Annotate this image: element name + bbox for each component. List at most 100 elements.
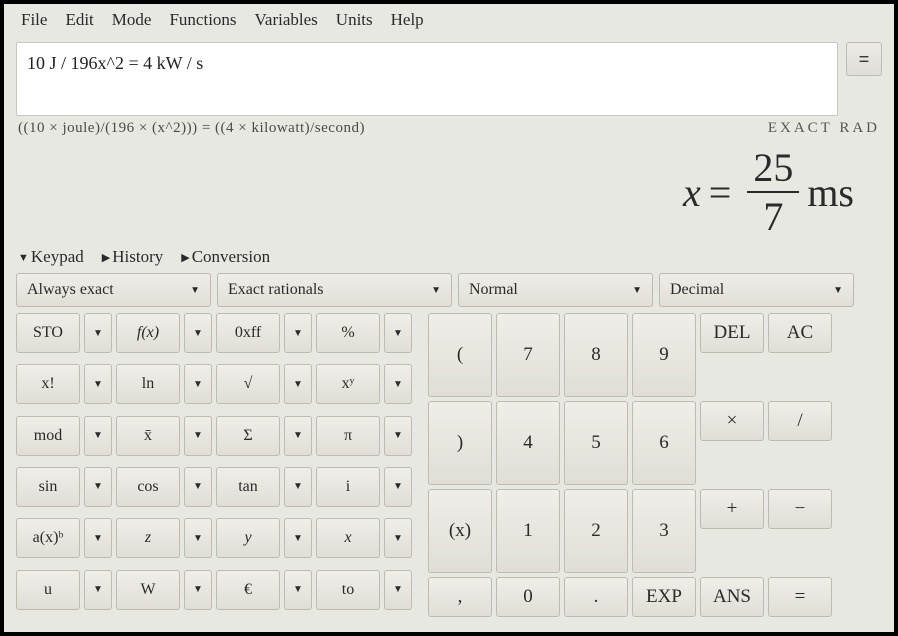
key-dropdown-0-2[interactable]: ▼ (284, 313, 312, 353)
key-5[interactable]: 5 (564, 401, 628, 485)
triangle-right-icon: ▶ (181, 251, 189, 264)
key-multiply[interactable]: × (700, 401, 764, 441)
key-dropdown-4-3[interactable]: ▼ (384, 518, 412, 558)
tab-keypad[interactable]: ▼Keypad (18, 247, 84, 267)
display-combo[interactable]: Normal▼ (458, 273, 653, 307)
key-dropdown-2-2[interactable]: ▼ (284, 416, 312, 456)
menu-help[interactable]: Help (382, 8, 433, 32)
result-var: x (683, 169, 701, 216)
tab-history[interactable]: ▶History (102, 247, 163, 267)
key-to[interactable]: to (316, 570, 380, 610)
key-dropdown-4-0[interactable]: ▼ (84, 518, 112, 558)
key-dropdown-4-1[interactable]: ▼ (184, 518, 212, 558)
key-x-paren[interactable]: (x) (428, 489, 492, 573)
key-cos[interactable]: cos (116, 467, 180, 507)
key-minus[interactable]: − (768, 489, 832, 529)
key-sto[interactable]: STO (16, 313, 80, 353)
menu-variables[interactable]: Variables (246, 8, 327, 32)
key-0[interactable]: 0 (496, 577, 560, 617)
key-comma[interactable]: , (428, 577, 492, 617)
key-dropdown-5-1[interactable]: ▼ (184, 570, 212, 610)
key-0xff[interactable]: 0xff (216, 313, 280, 353)
key-a-x[interactable]: a(x)ᵇ (16, 518, 80, 558)
menu-file[interactable]: File (12, 8, 56, 32)
triangle-right-icon: ▶ (102, 251, 110, 264)
menu-functions[interactable]: Functions (160, 8, 245, 32)
key-dropdown-2-3[interactable]: ▼ (384, 416, 412, 456)
expression-input[interactable] (16, 42, 838, 116)
key-u[interactable]: u (16, 570, 80, 610)
key-y[interactable]: y (216, 518, 280, 558)
fractions-combo[interactable]: Exact rationals▼ (217, 273, 452, 307)
tabs-row: ▼Keypad ▶History ▶Conversion (4, 247, 894, 273)
key-ans[interactable]: ANS (700, 577, 764, 617)
key-dropdown-3-0[interactable]: ▼ (84, 467, 112, 507)
selectors-row: Always exact▼ Exact rationals▼ Normal▼ D… (4, 273, 894, 313)
key-dropdown-0-3[interactable]: ▼ (384, 313, 412, 353)
exactness-combo[interactable]: Always exact▼ (16, 273, 211, 307)
key-dropdown-3-3[interactable]: ▼ (384, 467, 412, 507)
left-keypad: STO▼f(x)▼0xff▼%▼x!▼ln▼√▼xʸ▼mod▼x̄▼Σ▼π▼si… (16, 313, 412, 617)
result-unit: ms (807, 169, 854, 216)
key-dropdown-1-1[interactable]: ▼ (184, 364, 212, 404)
key-ln[interactable]: ln (116, 364, 180, 404)
key-9[interactable]: 9 (632, 313, 696, 397)
key-dropdown-1-3[interactable]: ▼ (384, 364, 412, 404)
key-dropdown-1-0[interactable]: ▼ (84, 364, 112, 404)
key-[interactable]: Σ (216, 416, 280, 456)
key-x[interactable]: x̄ (116, 416, 180, 456)
key-3[interactable]: 3 (632, 489, 696, 573)
key-7[interactable]: 7 (496, 313, 560, 397)
result-display: x = 25 7 ms (4, 137, 894, 247)
key-x[interactable]: x! (16, 364, 80, 404)
menu-mode[interactable]: Mode (103, 8, 161, 32)
menu-edit[interactable]: Edit (56, 8, 102, 32)
keypad-area: STO▼f(x)▼0xff▼%▼x!▼ln▼√▼xʸ▼mod▼x̄▼Σ▼π▼si… (4, 313, 894, 629)
key-dropdown-2-1[interactable]: ▼ (184, 416, 212, 456)
key-dropdown-5-2[interactable]: ▼ (284, 570, 312, 610)
base-combo[interactable]: Decimal▼ (659, 273, 854, 307)
key-[interactable]: % (316, 313, 380, 353)
key-[interactable]: € (216, 570, 280, 610)
key-tan[interactable]: tan (216, 467, 280, 507)
evaluate-button[interactable]: = (846, 42, 882, 76)
key-ac[interactable]: AC (768, 313, 832, 353)
key-i[interactable]: i (316, 467, 380, 507)
key-dot[interactable]: . (564, 577, 628, 617)
key-dropdown-5-3[interactable]: ▼ (384, 570, 412, 610)
key-6[interactable]: 6 (632, 401, 696, 485)
key-z[interactable]: z (116, 518, 180, 558)
key-rparen[interactable]: ) (428, 401, 492, 485)
key-mod[interactable]: mod (16, 416, 80, 456)
caret-down-icon: ▼ (431, 285, 441, 296)
key-[interactable]: √ (216, 364, 280, 404)
key-x[interactable]: xʸ (316, 364, 380, 404)
key-del[interactable]: DEL (700, 313, 764, 353)
key-exp[interactable]: EXP (632, 577, 696, 617)
menubar: File Edit Mode Functions Variables Units… (4, 4, 894, 34)
key-dropdown-5-0[interactable]: ▼ (84, 570, 112, 610)
key-2[interactable]: 2 (564, 489, 628, 573)
key-dropdown-0-0[interactable]: ▼ (84, 313, 112, 353)
key-1[interactable]: 1 (496, 489, 560, 573)
key-plus[interactable]: + (700, 489, 764, 529)
key-dropdown-4-2[interactable]: ▼ (284, 518, 312, 558)
menu-units[interactable]: Units (327, 8, 382, 32)
tab-conversion[interactable]: ▶Conversion (181, 247, 270, 267)
key-lparen[interactable]: ( (428, 313, 492, 397)
key-x[interactable]: x (316, 518, 380, 558)
result-fraction: 25 7 (747, 144, 799, 240)
key-[interactable]: π (316, 416, 380, 456)
key-w[interactable]: W (116, 570, 180, 610)
key-dropdown-1-2[interactable]: ▼ (284, 364, 312, 404)
key-dropdown-2-0[interactable]: ▼ (84, 416, 112, 456)
key-divide[interactable]: / (768, 401, 832, 441)
key-8[interactable]: 8 (564, 313, 628, 397)
key-equals[interactable]: = (768, 577, 832, 617)
key-4[interactable]: 4 (496, 401, 560, 485)
key-dropdown-3-1[interactable]: ▼ (184, 467, 212, 507)
key-f-x[interactable]: f(x) (116, 313, 180, 353)
key-sin[interactable]: sin (16, 467, 80, 507)
key-dropdown-0-1[interactable]: ▼ (184, 313, 212, 353)
key-dropdown-3-2[interactable]: ▼ (284, 467, 312, 507)
